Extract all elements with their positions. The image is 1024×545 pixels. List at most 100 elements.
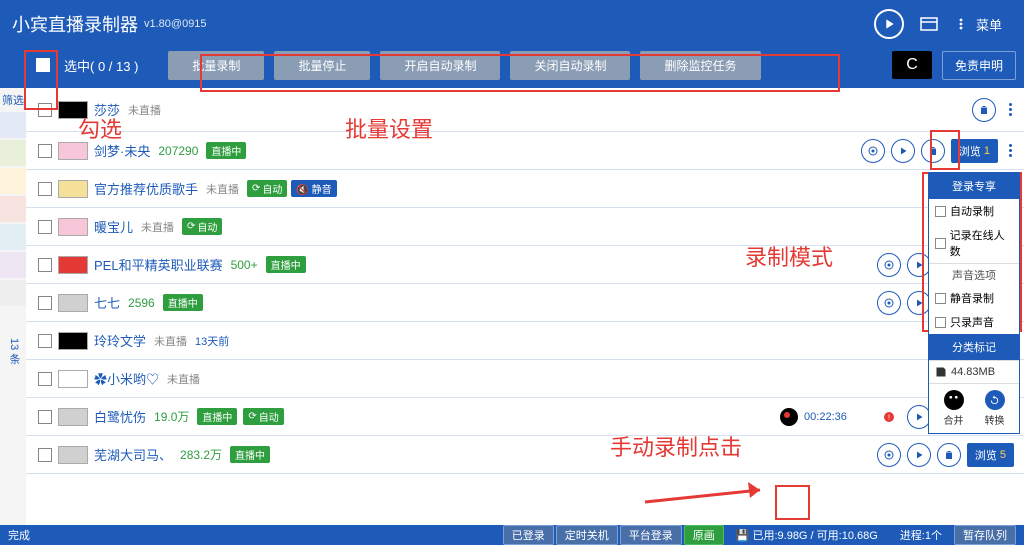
- list-row[interactable]: 剑梦·未央 207290 直播中 浏览1: [26, 132, 1024, 170]
- offline-badge: 未直播: [154, 333, 187, 349]
- avatar: [58, 142, 88, 160]
- stream-list: 莎莎 未直播 剑梦·未央 207290 直播中 浏览1 官方推荐优质歌手 未直播…: [26, 88, 1024, 525]
- more-icon[interactable]: [1002, 99, 1018, 120]
- offline-badge: 未直播: [167, 371, 200, 387]
- row-checkbox[interactable]: [38, 103, 52, 117]
- row-checkbox[interactable]: [38, 258, 52, 272]
- row-checkbox[interactable]: [38, 372, 52, 386]
- sidebar-tag-5[interactable]: [0, 252, 26, 278]
- play-icon[interactable]: [891, 139, 915, 163]
- offline-badge: 未直播: [128, 102, 161, 118]
- status-queue-button[interactable]: 暂存队列: [954, 525, 1016, 545]
- list-row[interactable]: 官方推荐优质歌手 未直播 ⟳ 自动 🔇 静音 浏览: [26, 170, 1024, 208]
- app-title: 小宾直播录制器: [12, 11, 138, 37]
- category-label[interactable]: 分类标记: [929, 334, 1019, 360]
- play-icon[interactable]: [907, 443, 931, 467]
- avatar: [58, 294, 88, 312]
- batch-auto-on-button[interactable]: 开启自动录制: [380, 51, 500, 80]
- stream-name[interactable]: PEL和平精英职业联赛: [94, 255, 223, 274]
- recording-time: 00:22:36: [804, 411, 847, 423]
- record-target-icon[interactable]: [877, 443, 901, 467]
- stream-name[interactable]: 官方推荐优质歌手: [94, 179, 198, 198]
- stream-name[interactable]: 芜湖大司马、: [94, 445, 172, 464]
- list-row[interactable]: 莎莎 未直播: [26, 88, 1024, 132]
- status-platform-button[interactable]: 平台登录: [620, 525, 682, 545]
- delete-icon[interactable]: [937, 443, 961, 467]
- merge-button[interactable]: 合并: [944, 390, 964, 427]
- convert-button[interactable]: 转换: [985, 390, 1005, 427]
- stream-name[interactable]: 玲玲文学: [94, 331, 146, 350]
- browse-button[interactable]: 浏览5: [967, 443, 1014, 467]
- record-header-icon[interactable]: [874, 9, 904, 39]
- batch-auto-off-button[interactable]: 关闭自动录制: [510, 51, 630, 80]
- stream-name[interactable]: 莎莎: [94, 100, 120, 119]
- avatar: [58, 370, 88, 388]
- opt-auto-record[interactable]: 自动录制: [929, 199, 1019, 223]
- status-process: 进程:1个: [890, 527, 952, 543]
- disclaimer-button[interactable]: 免责申明: [942, 51, 1016, 80]
- menu-label: 菜单: [976, 15, 1002, 34]
- avatar: [58, 332, 88, 350]
- batch-delete-button[interactable]: 删除监控任务: [640, 51, 760, 80]
- status-logged-button[interactable]: 已登录: [503, 525, 554, 545]
- options-popover: 登录专享 自动录制 记录在线人数 声音选项 静音录制 只录声音 分类标记 44.…: [928, 172, 1020, 434]
- auto-badge: ⟳ 自动: [247, 180, 287, 197]
- time-ago: 13天前: [195, 333, 229, 349]
- stream-name[interactable]: 剑梦·未央: [94, 141, 150, 160]
- row-checkbox[interactable]: [38, 220, 52, 234]
- row-checkbox[interactable]: [38, 448, 52, 462]
- status-quality-button[interactable]: 原画: [684, 525, 724, 545]
- list-row[interactable]: 七七 2596 直播中 浏览1: [26, 284, 1024, 322]
- record-target-icon[interactable]: [877, 291, 901, 315]
- sidebar-tag-2[interactable]: [0, 168, 26, 194]
- sidebar-tag-1[interactable]: [0, 140, 26, 166]
- live-badge: 直播中: [230, 446, 270, 463]
- stream-name[interactable]: ✿小米哟♡: [94, 369, 159, 388]
- stream-name[interactable]: 暖宝儿: [94, 217, 133, 236]
- svg-text:!: !: [888, 414, 890, 421]
- layout-icon[interactable]: [920, 17, 938, 31]
- row-checkbox[interactable]: [38, 296, 52, 310]
- status-bar: 完成 已登录 定时关机 平台登录 原画 💾 已用:9.98G / 可用:10.6…: [0, 525, 1024, 545]
- select-all-checkbox[interactable]: [36, 58, 50, 72]
- row-checkbox[interactable]: [38, 144, 52, 158]
- filter-label[interactable]: 筛选: [0, 88, 26, 112]
- list-row[interactable]: 暖宝儿 未直播 ⟳ 自动 浏览: [26, 208, 1024, 246]
- menu-button[interactable]: 菜单: [958, 15, 1002, 34]
- row-checkbox[interactable]: [38, 334, 52, 348]
- delete-icon[interactable]: [972, 98, 996, 122]
- opt-mute-record[interactable]: 静音录制: [929, 286, 1019, 310]
- record-target-icon[interactable]: [877, 253, 901, 277]
- sidebar-count: 13 条: [0, 308, 28, 394]
- sidebar-tag-0[interactable]: [0, 112, 26, 138]
- browse-button[interactable]: 浏览1: [951, 139, 998, 163]
- opt-record-online[interactable]: 记录在线人数: [929, 223, 1019, 263]
- status-timer-button[interactable]: 定时关机: [556, 525, 618, 545]
- sidebar-tag-4[interactable]: [0, 224, 26, 250]
- list-row[interactable]: ✿小米哟♡ 未直播 浏览4: [26, 360, 1024, 398]
- record-target-icon[interactable]: [861, 139, 885, 163]
- sound-section-label: 声音选项: [929, 263, 1019, 286]
- batch-record-button[interactable]: 批量录制: [168, 51, 264, 80]
- delete-icon[interactable]: [921, 139, 945, 163]
- stream-name[interactable]: 七七: [94, 293, 120, 312]
- list-row[interactable]: 白鹭忧伤 19.0万 直播中 ⟳ 自动 00:22:36 ! 浏览1: [26, 398, 1024, 436]
- batch-stop-button[interactable]: 批量停止: [274, 51, 370, 80]
- list-row[interactable]: PEL和平精英职业联赛 500+ 直播中 浏览1: [26, 246, 1024, 284]
- status-disk: 💾 已用:9.98G / 可用:10.68G: [726, 527, 888, 543]
- list-row[interactable]: 玲玲文学 未直播 13天前 浏览1: [26, 322, 1024, 360]
- row-checkbox[interactable]: [38, 182, 52, 196]
- auto-badge: ⟳ 自动: [243, 408, 283, 425]
- list-row[interactable]: 芜湖大司马、 283.2万 直播中 浏览5: [26, 436, 1024, 474]
- sidebar-tag-3[interactable]: [0, 196, 26, 222]
- avatar: [58, 101, 88, 119]
- more-icon[interactable]: [1002, 140, 1018, 161]
- refresh-button[interactable]: C: [892, 51, 932, 79]
- sidebar: 筛选 13 条: [0, 88, 26, 525]
- row-checkbox[interactable]: [38, 410, 52, 424]
- warning-icon[interactable]: !: [877, 405, 901, 429]
- select-count-label: 选中( 0 / 13 ): [64, 56, 138, 75]
- stream-name[interactable]: 白鹭忧伤: [94, 407, 146, 426]
- opt-only-sound[interactable]: 只录声音: [929, 310, 1019, 334]
- sidebar-tag-6[interactable]: [0, 280, 26, 306]
